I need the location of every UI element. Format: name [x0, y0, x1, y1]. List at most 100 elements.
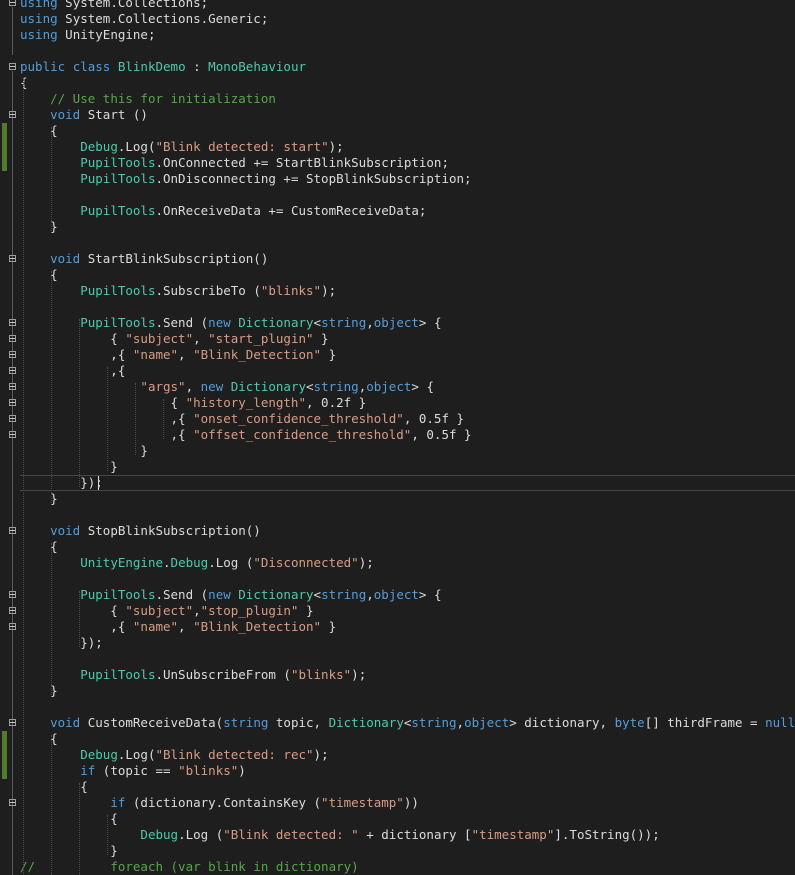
code-line[interactable]: UnityEngine.Debug.Log ("Disconnected");: [0, 555, 795, 571]
code-line[interactable]: PupilTools.OnReceiveData += CustomReceiv…: [0, 203, 795, 219]
fold-toggle-icon[interactable]: [9, 111, 16, 118]
fold-toggle-icon[interactable]: [9, 319, 16, 326]
code-line[interactable]: // foreach (var blink in dictionary): [0, 859, 795, 875]
code-line[interactable]: [0, 651, 795, 667]
code-line[interactable]: void StartBlinkSubscription(): [0, 251, 795, 267]
code-token: PupilTools: [80, 283, 156, 298]
code-line[interactable]: {: [0, 539, 795, 555]
code-line[interactable]: using System.Collections.Generic;: [0, 11, 795, 27]
code-line[interactable]: }: [0, 459, 795, 475]
fold-toggle-icon[interactable]: [9, 255, 16, 262]
code-line[interactable]: ,{ "name", "Blink_Detection" }: [0, 619, 795, 635]
fold-toggle-icon[interactable]: [9, 527, 16, 534]
code-line[interactable]: });: [0, 475, 795, 491]
code-line[interactable]: void CustomReceiveData(string topic, Dic…: [0, 715, 795, 731]
code-line[interactable]: [0, 571, 795, 587]
code-line[interactable]: });: [0, 635, 795, 651]
code-editor[interactable]: using System.Collections; using System.Co…: [0, 0, 795, 875]
code-line[interactable]: ,{: [0, 363, 795, 379]
fold-toggle-icon[interactable]: [9, 0, 16, 6]
code-token: "Disconnected": [253, 555, 359, 570]
code-line[interactable]: [0, 507, 795, 523]
code-line[interactable]: if (dictionary.ContainsKey ("timestamp")…: [0, 795, 795, 811]
code-line[interactable]: ,{ "offset_confidence_threshold", 0.5f }: [0, 427, 795, 443]
fold-toggle-icon[interactable]: [9, 719, 16, 726]
code-line[interactable]: [0, 235, 795, 251]
fold-toggle-icon[interactable]: [9, 623, 16, 630]
code-line[interactable]: // Use this for initialization: [0, 91, 795, 107]
code-line[interactable]: PupilTools.OnConnected += StartBlinkSubs…: [0, 155, 795, 171]
code-token: ,{: [20, 619, 133, 634]
code-line[interactable]: PupilTools.OnDisconnecting += StopBlinkS…: [0, 171, 795, 187]
code-token: ].ToString());: [554, 827, 660, 842]
code-token: });: [20, 475, 103, 490]
fold-toggle-icon[interactable]: [9, 591, 16, 598]
code-line[interactable]: Debug.Log ("Blink detected: " + dictiona…: [0, 827, 795, 843]
code-token: .OnConnected += StartBlinkSubscription;: [155, 155, 449, 170]
code-line[interactable]: PupilTools.UnSubscribeFrom ("blinks");: [0, 667, 795, 683]
fold-toggle-icon[interactable]: [9, 799, 16, 806]
code-token: "stop_plugin": [200, 603, 299, 618]
fold-toggle-icon[interactable]: [9, 383, 16, 390]
code-line[interactable]: PupilTools.Send (new Dictionary<string,o…: [0, 587, 795, 603]
fold-toggle-icon[interactable]: [9, 351, 16, 358]
code-line-text: }: [20, 443, 148, 459]
code-line[interactable]: void StopBlinkSubscription(): [0, 523, 795, 539]
code-line[interactable]: void Start (): [0, 107, 795, 123]
code-line-text: void StopBlinkSubscription(): [20, 523, 261, 539]
code-line[interactable]: }: [0, 491, 795, 507]
code-line[interactable]: Debug.Log("Blink detected: start");: [0, 139, 795, 155]
code-line[interactable]: [0, 299, 795, 315]
code-token: ,{: [20, 347, 133, 362]
code-line-text: PupilTools.SubscribeTo ("blinks");: [20, 283, 336, 299]
code-line[interactable]: using System.Collections;: [0, 0, 795, 11]
code-line[interactable]: using UnityEngine;: [0, 27, 795, 43]
code-line[interactable]: { "subject", "start_plugin" }: [0, 331, 795, 347]
code-token: (dictionary.ContainsKey (: [125, 795, 322, 810]
code-line[interactable]: {: [0, 779, 795, 795]
fold-toggle-icon[interactable]: [9, 63, 16, 70]
code-line-text: });: [20, 635, 103, 651]
code-line[interactable]: }: [0, 219, 795, 235]
code-line[interactable]: ,{ "name", "Blink_Detection" }: [0, 347, 795, 363]
code-line[interactable]: ,{ "onset_confidence_threshold", 0.5f }: [0, 411, 795, 427]
code-line[interactable]: {: [0, 731, 795, 747]
indent-guide: [79, 783, 80, 875]
code-line[interactable]: Debug.Log("Blink detected: rec");: [0, 747, 795, 763]
code-token: string: [321, 587, 367, 602]
fold-toggle-icon[interactable]: [9, 399, 16, 406]
code-line[interactable]: { "history_length", 0.2f }: [0, 395, 795, 411]
code-line[interactable]: }: [0, 443, 795, 459]
code-line[interactable]: PupilTools.Send (new Dictionary<string,o…: [0, 315, 795, 331]
code-line[interactable]: {: [0, 811, 795, 827]
code-line[interactable]: PupilTools.SubscribeTo ("blinks");: [0, 283, 795, 299]
code-line[interactable]: [0, 187, 795, 203]
fold-toggle-icon[interactable]: [9, 431, 16, 438]
fold-toggle-icon[interactable]: [9, 607, 16, 614]
code-line[interactable]: [0, 43, 795, 59]
code-line[interactable]: public class BlinkDemo : MonoBehaviour: [0, 59, 795, 75]
code-line[interactable]: {: [0, 267, 795, 283]
fold-toggle-icon[interactable]: [9, 335, 16, 342]
code-line-text: {: [20, 779, 88, 795]
code-line-text: PupilTools.OnDisconnecting += StopBlinkS…: [20, 171, 471, 187]
code-token: Start (): [80, 107, 148, 122]
code-line[interactable]: {: [0, 123, 795, 139]
code-token: }: [313, 331, 329, 346]
code-line[interactable]: }: [0, 683, 795, 699]
code-token: object: [373, 587, 419, 602]
code-line[interactable]: {: [0, 75, 795, 91]
code-line[interactable]: if (topic == "blinks"): [0, 763, 795, 779]
fold-toggle-icon[interactable]: [9, 415, 16, 422]
code-line[interactable]: { "subject","stop_plugin" }: [0, 603, 795, 619]
code-line-text: if (topic == "blinks"): [20, 763, 246, 779]
code-line[interactable]: }: [0, 843, 795, 859]
code-line[interactable]: [0, 699, 795, 715]
fold-toggle-icon[interactable]: [9, 367, 16, 374]
code-token: .Log(: [117, 747, 156, 762]
code-line[interactable]: "args", new Dictionary<string,object> {: [0, 379, 795, 395]
